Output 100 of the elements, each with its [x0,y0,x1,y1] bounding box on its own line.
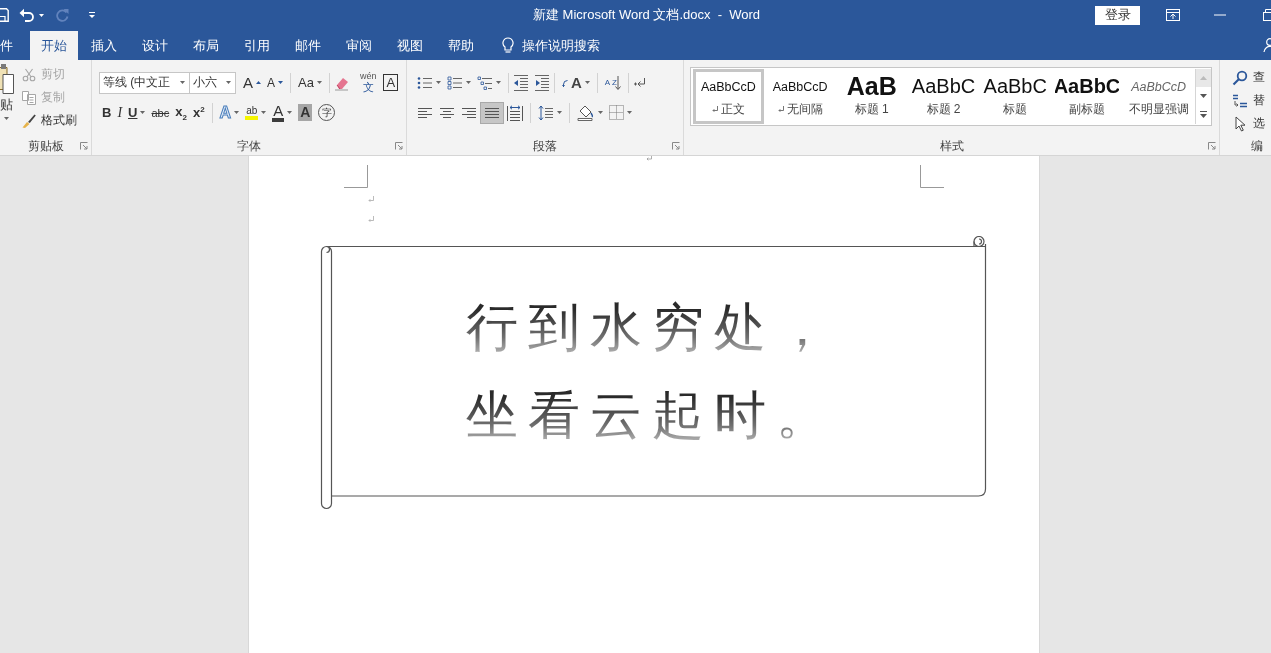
style-item[interactable]: AaBbC 副标题 [1051,69,1123,124]
caret-icon [598,111,603,114]
font-color-button[interactable]: A [269,101,296,124]
down-caret-icon [1200,94,1208,99]
alignment-button[interactable] [480,101,504,124]
ribbon-tab[interactable]: 件 [0,31,30,60]
editing-command[interactable]: 查 [1232,66,1271,89]
font-name-field[interactable]: 等线 (中文正 [99,71,190,94]
clipboard-command[interactable]: 格式刷 [22,109,77,132]
down-caret-icon [278,81,284,84]
change-case-button[interactable]: Aa [295,71,325,94]
ribbon-tab[interactable]: 审阅 [333,31,384,60]
customize-menu-icon[interactable] [88,11,96,19]
bold-button[interactable]: B [99,101,115,124]
ribbon-tab[interactable]: 设计 [129,31,180,60]
highlight-button[interactable]: ab [242,101,270,124]
phonetic-guide-button[interactable]: wén 文 [355,71,381,94]
ribbon-display-icon[interactable] [1166,9,1180,21]
style-item[interactable]: AaBbCcD 不明显强调 [1123,69,1195,124]
caret-icon [4,117,9,120]
ribbon-tab[interactable]: 帮助 [435,31,486,60]
subscript-button[interactable]: x$_{2}$ [172,101,190,124]
group-label: 样式 [939,137,964,155]
style-item[interactable]: AaBbCcD 正文 [693,69,764,124]
caret-icon [584,81,590,84]
caret-icon [557,111,562,114]
curved-arrow-icon [562,78,568,87]
editing-command[interactable]: 替 [1232,89,1271,112]
caret-icon [287,111,293,114]
paragraph-mark-icon [368,196,374,203]
down-arrow-icon [614,74,621,91]
caret-icon [627,111,632,114]
save-icon[interactable] [0,8,9,22]
caret-icon [261,111,267,114]
ribbon-tab[interactable]: 引用 [231,31,282,60]
group-label: 编 [1251,137,1263,155]
distribute-icon [507,104,523,121]
tell-me-field[interactable]: 操作说明搜索 [522,37,612,53]
caret-icon[interactable] [39,13,44,17]
strikethrough-button[interactable]: abc [148,101,173,124]
paste-button[interactable]: 贴 [0,63,14,137]
group-label: 段落 [533,137,557,155]
ribbon-tab[interactable]: 邮件 [282,31,333,60]
corner-mark-icon [920,165,944,188]
sort-button[interactable]: A Z [601,71,624,94]
paragraph-mark-icon [646,156,652,161]
copy-icon [22,90,36,105]
bullets-icon [417,74,433,91]
up-caret-icon [1200,76,1208,81]
style-item[interactable]: AaB 标题 1 [836,69,908,124]
lightbulb-icon [502,36,514,54]
grow-font-button[interactable]: A [240,71,264,94]
italic-button[interactable]: I [114,101,126,124]
boxed-list-icon [447,74,463,91]
underline-button[interactable]: U [125,101,149,124]
caret-icon [234,111,240,114]
style-item[interactable]: AaBbCcD 无间隔 [764,69,836,124]
style-item[interactable]: AaBbC 标题 2 [908,69,979,124]
cursor-icon [1232,115,1248,132]
group-label: 字体 [237,137,261,155]
paintbrush-icon [22,113,36,128]
asian-layout-button[interactable]: A [559,71,593,94]
up-caret-icon [256,81,261,84]
ribbon-tab[interactable]: 布局 [180,31,231,60]
caret-icon [226,81,231,84]
decrease-indent-icon[interactable] [513,74,529,91]
paragraph-mark-icon [368,216,374,223]
corner-mark-icon [344,165,368,188]
style-item[interactable]: AaBbC 标题 [979,69,1051,124]
caret-icon [180,81,185,84]
superscript-button[interactable]: x$^{2}$ [189,101,208,124]
shrink-font-button[interactable]: A [264,71,287,94]
dialog-launcher-icon[interactable] [80,142,88,150]
restore-icon[interactable] [1261,9,1271,21]
line-spacing-icon [538,104,554,121]
ribbon-tab[interactable]: 插入 [78,31,129,60]
ribbon-tab[interactable]: 视图 [384,31,435,60]
sign-in-button[interactable]: 登录 [1095,5,1140,25]
caret-icon [466,81,471,84]
ribbon-tab[interactable]: 开始 [30,31,78,60]
expand-icon [1200,111,1208,119]
scissors-icon [22,67,36,82]
caret-icon [140,111,146,114]
caret-icon [316,81,322,84]
group-label: 剪贴板 [27,137,64,155]
paint-bucket-icon [577,104,595,121]
lines-arrow-icon [1232,92,1248,109]
caret-icon [496,81,501,84]
person-icon[interactable] [1263,38,1271,52]
editing-command[interactable]: 选 [1232,112,1271,135]
undo-icon[interactable] [19,8,35,22]
dialog-launcher-icon[interactable] [395,142,403,150]
window-title: 新建 Microsoft Word 文档.docx - Word [533,6,761,24]
border-grid-icon [609,105,624,120]
multilevel-list-icon [477,74,493,91]
font-size-field[interactable]: 小六 [189,71,236,94]
dialog-launcher-icon[interactable] [1208,142,1216,150]
dialog-launcher-icon[interactable] [672,142,680,150]
caret-icon [436,81,441,84]
increase-indent-icon[interactable] [534,74,550,91]
